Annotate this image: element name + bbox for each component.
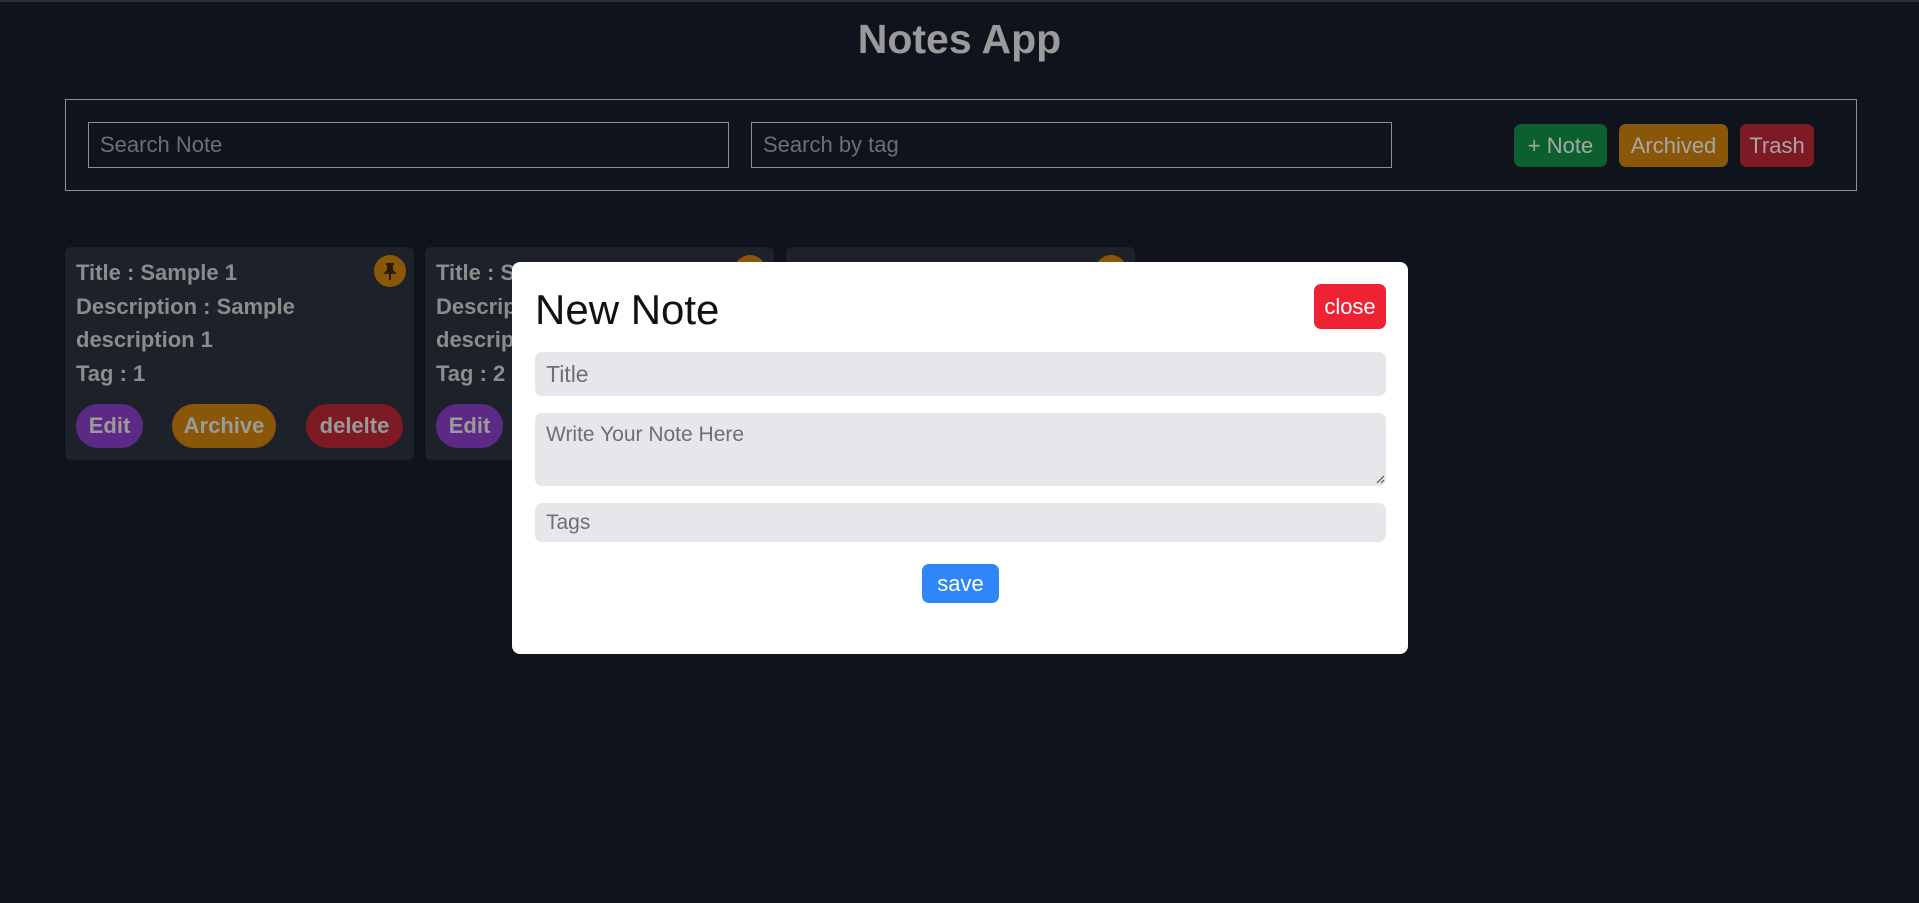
note-title: Title : Sample 1 bbox=[76, 260, 237, 285]
archived-button[interactable]: Archived bbox=[1619, 124, 1728, 167]
save-button[interactable]: save bbox=[922, 564, 999, 603]
new-note-modal: New Note close save bbox=[512, 262, 1408, 654]
note-tag: Tag : 1 bbox=[76, 361, 146, 386]
search-tag-input[interactable] bbox=[751, 122, 1392, 168]
app-title: Notes App bbox=[857, 16, 1062, 62]
trash-button[interactable]: Trash bbox=[1740, 124, 1814, 167]
note-tags-input[interactable] bbox=[535, 503, 1386, 542]
note-title-input[interactable] bbox=[535, 352, 1386, 396]
modal-title: New Note bbox=[535, 286, 720, 333]
close-button[interactable]: close bbox=[1314, 284, 1386, 329]
edit-button[interactable]: Edit bbox=[76, 404, 143, 448]
add-note-button[interactable]: + Note bbox=[1514, 124, 1607, 167]
archive-button[interactable]: Archive bbox=[172, 404, 276, 448]
delete-button[interactable]: delelte bbox=[306, 404, 403, 448]
toolbar: + Note Archived Trash bbox=[65, 99, 1857, 191]
resize-grip-icon[interactable] bbox=[1375, 474, 1385, 484]
note-description: Description : Sample description 1 bbox=[76, 294, 295, 352]
edit-button[interactable]: Edit bbox=[436, 404, 503, 448]
note-body-textarea[interactable] bbox=[535, 413, 1386, 486]
search-note-input[interactable] bbox=[88, 122, 729, 168]
note-card: Title : Sample 1 Description : Sample de… bbox=[65, 247, 414, 460]
pin-icon[interactable] bbox=[374, 255, 406, 287]
